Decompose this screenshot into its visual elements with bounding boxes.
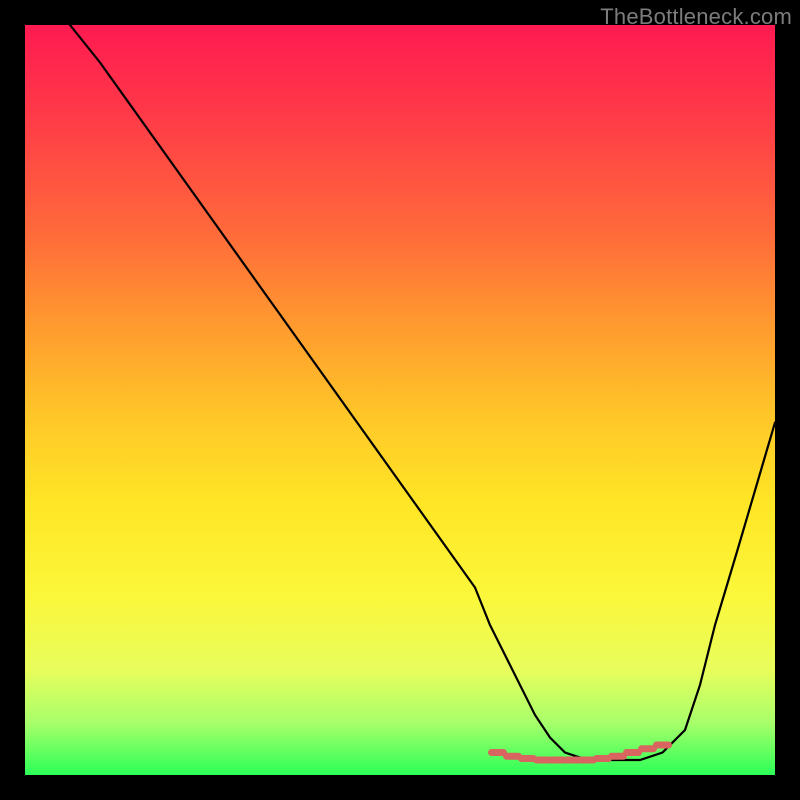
bottleneck-curve	[70, 25, 775, 760]
chart-plot-area	[25, 25, 775, 775]
watermark-text: TheBottleneck.com	[600, 4, 792, 30]
chart-svg	[25, 25, 775, 775]
marker-band	[492, 745, 669, 760]
